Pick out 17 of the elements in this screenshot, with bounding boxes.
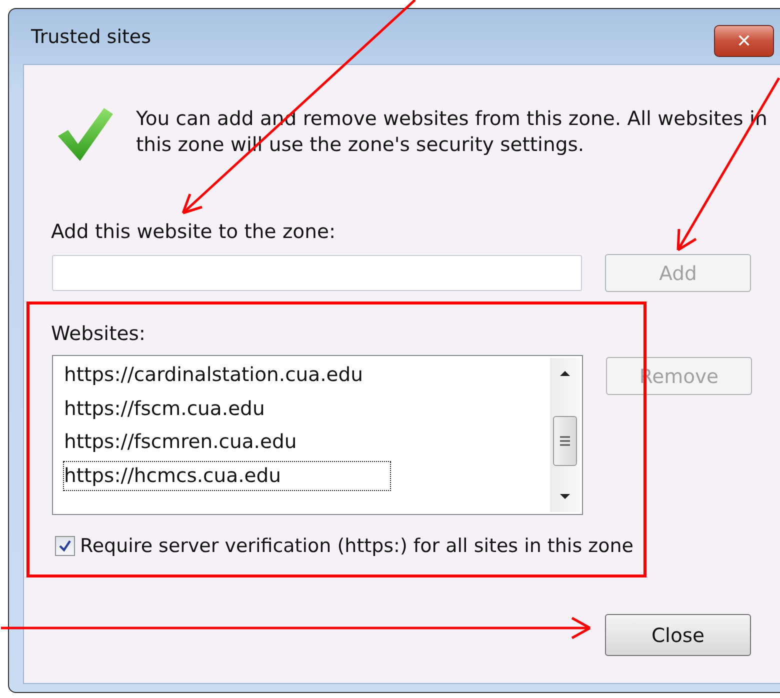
close-dialog-button[interactable]: Close xyxy=(605,614,751,656)
close-button[interactable]: ✕ xyxy=(714,25,774,57)
checkmark-icon xyxy=(56,106,114,162)
checkbox-label: Require server verification (https:) for all sites in this zone xyxy=(80,535,634,557)
website-input-field[interactable] xyxy=(52,255,582,291)
scroll-thumb[interactable] xyxy=(553,416,577,466)
field-label: Add this website to the zone: xyxy=(51,220,337,243)
website-item[interactable]: https://fscm.cua.edu xyxy=(63,394,276,424)
list-label: Websites: xyxy=(51,322,146,345)
checkbox[interactable] xyxy=(55,536,75,556)
scroll-up-icon[interactable] xyxy=(559,369,571,377)
scrollbar[interactable] xyxy=(550,358,580,512)
website-item[interactable]: https://hcmcs.cua.edu xyxy=(63,460,391,490)
website-item[interactable]: https://fscmren.cua.edu xyxy=(63,427,308,457)
scroll-down-icon[interactable] xyxy=(559,493,571,501)
website-item[interactable]: https://cardinalstation.cua.edu xyxy=(63,360,374,390)
window-title: Trusted sites xyxy=(31,26,152,48)
